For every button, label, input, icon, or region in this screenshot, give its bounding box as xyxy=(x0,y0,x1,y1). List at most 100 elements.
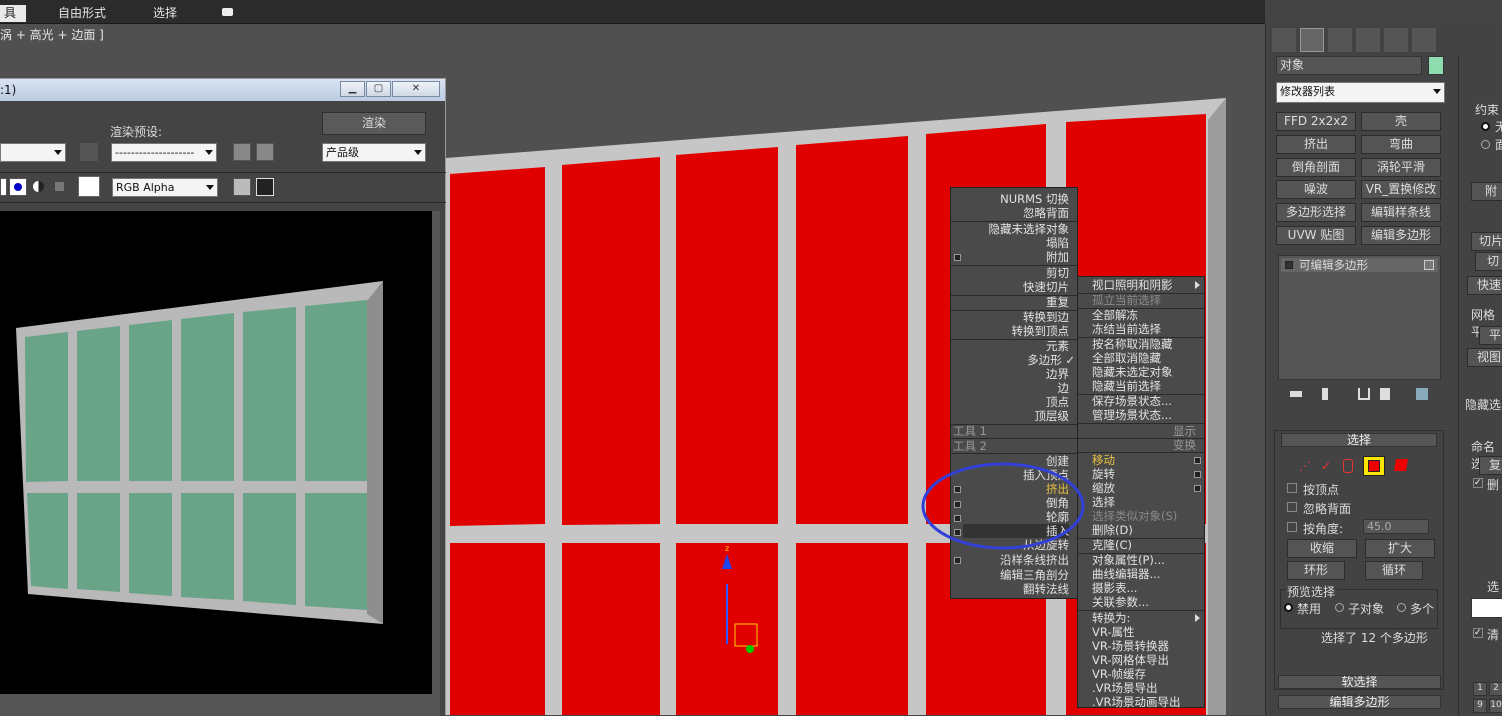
menu-item-unhide-by-name[interactable]: 按名称取消隐藏 xyxy=(1092,337,1173,351)
modifier-button[interactable]: 噪波 xyxy=(1276,180,1356,199)
menu-item-element[interactable]: 元素 xyxy=(1046,339,1069,353)
alpha-icon[interactable] xyxy=(33,181,44,192)
glass-pane[interactable] xyxy=(562,543,660,715)
grow-button[interactable]: 扩大 xyxy=(1365,539,1435,558)
slice-plane-button[interactable]: 切片 xyxy=(1471,232,1502,251)
maximize-button[interactable]: ▢ xyxy=(366,81,391,97)
glass-pane[interactable] xyxy=(796,543,908,715)
tab-freeform[interactable]: 自由形式 xyxy=(48,5,116,22)
menu-item-hide-unselected[interactable]: 隐藏未选择对象 xyxy=(989,222,1070,236)
menu-item-move[interactable]: 移动 xyxy=(1092,453,1115,467)
text-field[interactable] xyxy=(1471,598,1502,618)
ribbon-expand-button[interactable] xyxy=(216,5,238,22)
constraint-face-radio[interactable] xyxy=(1481,140,1490,149)
menu-item-vertex[interactable]: 顶点 xyxy=(1046,395,1069,409)
shrink-button[interactable]: 收缩 xyxy=(1287,539,1357,558)
modifier-button[interactable]: 多边形选择 xyxy=(1276,203,1356,222)
tile-10[interactable]: 10 xyxy=(1489,699,1502,713)
show-end-result-icon[interactable] xyxy=(1322,388,1328,400)
menu-item-attach[interactable]: 附加 xyxy=(1046,250,1069,264)
tab-selection[interactable]: 选择 xyxy=(143,5,187,22)
modifier-button[interactable]: 编辑样条线 xyxy=(1361,203,1441,222)
utilities-tab-icon[interactable] xyxy=(1412,28,1436,52)
modifier-button[interactable]: UVW 贴图 xyxy=(1276,226,1356,245)
modifier-button[interactable]: FFD 2x2x2 xyxy=(1276,112,1356,131)
gizmo-pivot[interactable] xyxy=(746,645,754,653)
stack-eye-icon[interactable] xyxy=(1424,260,1434,270)
display-toggle-icon[interactable] xyxy=(233,178,251,196)
menu-item-edit-triangulation[interactable]: 编辑三角剖分 xyxy=(1000,568,1069,582)
by-angle-checkbox[interactable] xyxy=(1287,522,1297,532)
menu-item-rotate[interactable]: 旋转 xyxy=(1092,467,1115,481)
menu-item-border[interactable]: 边界 xyxy=(1046,367,1069,381)
glass-pane[interactable] xyxy=(450,543,545,715)
glass-pane[interactable] xyxy=(450,167,545,526)
menu-item-collapse[interactable]: 塌陷 xyxy=(1046,236,1069,250)
menu-item-freeze-selection[interactable]: 冻结当前选择 xyxy=(1092,322,1161,336)
remove-modifier-icon[interactable] xyxy=(1380,388,1390,400)
environment-icon[interactable] xyxy=(256,143,274,161)
preview-disable-radio[interactable] xyxy=(1284,603,1293,612)
settings-square-icon[interactable] xyxy=(954,254,961,261)
vertex-mode-icon[interactable]: ⋰ xyxy=(1299,459,1313,473)
tile-2[interactable]: 2 xyxy=(1489,682,1502,696)
make-unique-icon[interactable] xyxy=(1358,388,1370,400)
render-preset-dropdown[interactable]: -------------------- xyxy=(111,143,217,162)
edit-polygon-header[interactable]: 编辑多边形 xyxy=(1278,695,1441,709)
modifier-button[interactable]: 挤出 xyxy=(1276,135,1356,154)
menu-item-wire-params[interactable]: 关联参数... xyxy=(1092,595,1149,609)
glass-pane[interactable] xyxy=(676,147,778,524)
modifier-button[interactable]: 编辑多边形 xyxy=(1361,226,1441,245)
preview-subobj-radio[interactable] xyxy=(1335,603,1344,612)
by-vertex-checkbox[interactable] xyxy=(1287,483,1297,493)
display-tab-icon[interactable] xyxy=(1384,28,1408,52)
minimize-button[interactable]: ▁ xyxy=(340,81,365,97)
modifier-button[interactable]: 弯曲 xyxy=(1361,135,1441,154)
menu-item-flip-normals[interactable]: 翻转法线 xyxy=(1023,582,1069,596)
menu-item-hide-unselected-obj[interactable]: 隐藏未选定对象 xyxy=(1092,365,1173,379)
menu-item-clone[interactable]: 克隆(C) xyxy=(1092,538,1132,552)
menu-item-unfreeze-all[interactable]: 全部解冻 xyxy=(1092,308,1138,322)
modify-tab-icon[interactable] xyxy=(1300,28,1324,52)
menu-item-curve-editor[interactable]: 曲线编辑器... xyxy=(1092,567,1160,581)
stack-item[interactable]: 可编辑多边形 xyxy=(1281,258,1438,272)
menu-item-object-properties[interactable]: 对象属性(P)... xyxy=(1092,553,1165,567)
tab-tools[interactable]: 具 xyxy=(0,5,27,22)
menu-item-vr-anim-export[interactable]: .VR场景动画导出 xyxy=(1092,695,1181,709)
tile-1[interactable]: 1 xyxy=(1473,682,1487,696)
settings-square-icon[interactable] xyxy=(1194,485,1201,492)
slice-button[interactable]: 切 xyxy=(1475,252,1502,271)
menu-item-convert-edge[interactable]: 转换到边 xyxy=(1023,310,1069,324)
menu-item-vr-properties[interactable]: VR-属性 xyxy=(1092,625,1135,639)
menu-item-scale[interactable]: 缩放 xyxy=(1092,481,1115,495)
constraint-none-radio[interactable] xyxy=(1481,122,1490,131)
configure-sets-icon[interactable] xyxy=(1416,388,1428,400)
planar-button[interactable]: 平 xyxy=(1479,326,1502,345)
modifier-list-dropdown[interactable]: 修改器列表 xyxy=(1276,82,1445,103)
menu-item-cut[interactable]: 剪切 xyxy=(1046,266,1069,280)
view-align-button[interactable]: 视图 xyxy=(1467,348,1502,367)
attach-button[interactable]: 附 xyxy=(1471,182,1502,201)
swatch-white[interactable] xyxy=(78,176,100,197)
motion-tab-icon[interactable] xyxy=(1356,28,1380,52)
settings-square-icon[interactable] xyxy=(1194,457,1201,464)
delete-checkbox[interactable]: ✓ xyxy=(1473,478,1483,488)
channel-dropdown[interactable]: RGB Alpha xyxy=(112,178,218,197)
tile-9[interactable]: 9 xyxy=(1473,699,1487,713)
menu-item-ignore-backface[interactable]: 忽略背面 xyxy=(1023,206,1069,220)
angle-spinner[interactable]: 45.0 xyxy=(1363,519,1429,534)
menu-item-select-similar[interactable]: 选择类似对象(S) xyxy=(1092,509,1177,523)
modifier-button[interactable]: 涡轮平滑 xyxy=(1361,158,1441,177)
menu-item-isolate[interactable]: 孤立当前选择 xyxy=(1092,293,1161,307)
close-button[interactable]: ✕ xyxy=(392,81,440,97)
menu-item-vr-framebuffer[interactable]: VR-帧缓存 xyxy=(1092,667,1146,681)
modifier-button[interactable]: 倒角剖面 xyxy=(1276,158,1356,177)
menu-item-hide-selection[interactable]: 隐藏当前选择 xyxy=(1092,379,1161,393)
mono-icon[interactable] xyxy=(55,182,64,191)
menu-item-convert-vertex[interactable]: 转换到顶点 xyxy=(1012,324,1070,338)
copy-button[interactable]: 复 xyxy=(1479,456,1502,475)
pin-stack-icon[interactable] xyxy=(1290,391,1302,397)
menu-item-vr-mesh-export[interactable]: VR-网格体导出 xyxy=(1092,653,1169,667)
soft-selection-header[interactable]: 软选择 xyxy=(1278,675,1441,689)
render-window-titlebar[interactable]: :1) ▁ ▢ ✕ xyxy=(0,79,445,101)
